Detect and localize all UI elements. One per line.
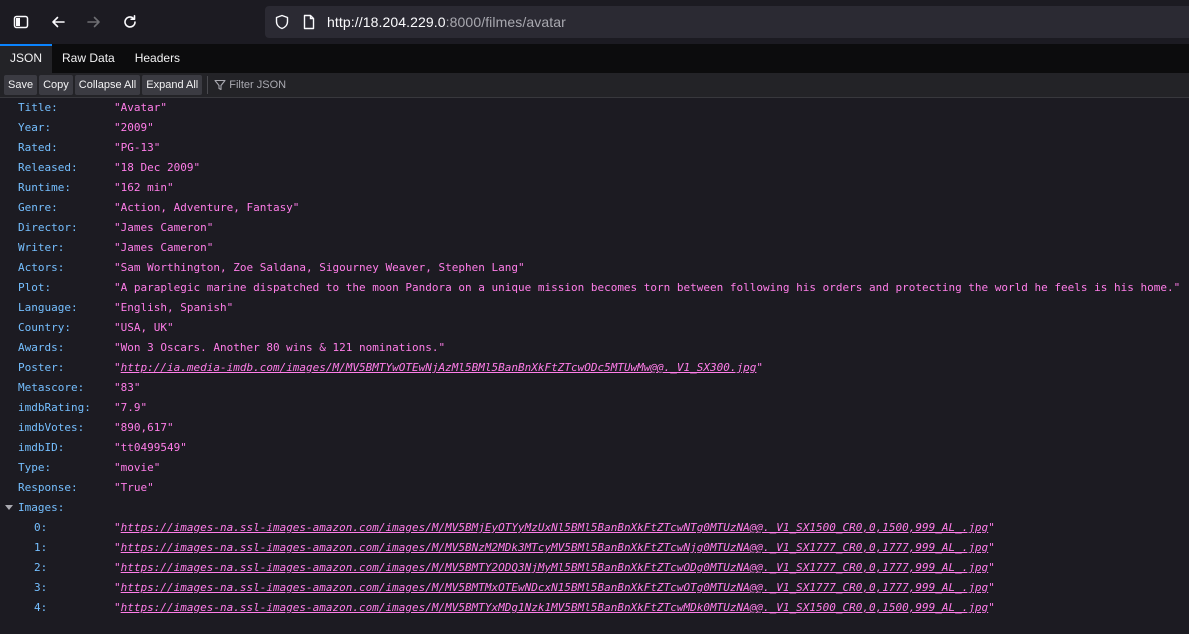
sidebar-toggle-button[interactable] xyxy=(8,9,34,35)
json-key: Response: xyxy=(18,481,78,494)
json-value: "83" xyxy=(114,381,141,394)
json-value: "Sam Worthington, Zoe Saldana, Sigourney… xyxy=(114,261,525,274)
tab-headers[interactable]: Headers xyxy=(125,44,190,73)
json-value: "A paraplegic marine dispatched to the m… xyxy=(114,281,1181,294)
json-link[interactable]: https://images-na.ssl-images-amazon.com/… xyxy=(121,601,989,614)
json-value: "Avatar" xyxy=(114,101,167,114)
json-link[interactable]: https://images-na.ssl-images-amazon.com/… xyxy=(121,581,989,594)
json-key: Type: xyxy=(18,461,52,474)
json-key: Runtime: xyxy=(18,181,71,194)
json-link[interactable]: https://images-na.ssl-images-amazon.com/… xyxy=(121,541,989,554)
json-value: "Action, Adventure, Fantasy" xyxy=(114,201,300,214)
shield-icon[interactable] xyxy=(274,14,290,30)
json-value: "2009" xyxy=(114,121,154,134)
json-value: "18 Dec 2009" xyxy=(114,161,201,174)
json-key: Poster: xyxy=(18,361,65,374)
forward-button[interactable] xyxy=(81,9,107,35)
expand-arrow-icon[interactable] xyxy=(5,505,13,510)
json-value: "English, Spanish" xyxy=(114,301,234,314)
json-value: "PG-13" xyxy=(114,141,161,154)
url-bar[interactable]: http://18.204.229.0:8000/filmes/avatar xyxy=(265,6,1189,38)
json-key: imdbVotes: xyxy=(18,421,85,434)
json-value: "James Cameron" xyxy=(114,221,214,234)
browser-toolbar: http://18.204.229.0:8000/filmes/avatar xyxy=(0,0,1189,44)
json-value: "https://images-na.ssl-images-amazon.com… xyxy=(114,521,995,534)
sidebar-icon xyxy=(13,15,29,29)
json-value: "True" xyxy=(114,481,154,494)
json-value: "https://images-na.ssl-images-amazon.com… xyxy=(114,601,995,614)
json-value: "http://ia.media-imdb.com/images/M/MV5BM… xyxy=(114,361,764,374)
json-value: "James Cameron" xyxy=(114,241,214,254)
json-value: "movie" xyxy=(114,461,161,474)
json-toolbar: Save Copy Collapse All Expand All Filter… xyxy=(0,73,1189,98)
json-key: Country: xyxy=(18,321,71,334)
url-host: http://18.204.229.0 xyxy=(327,14,446,30)
json-value: "Won 3 Oscars. Another 80 wins & 121 nom… xyxy=(114,341,446,354)
json-value: "https://images-na.ssl-images-amazon.com… xyxy=(114,561,995,574)
tab-json[interactable]: JSON xyxy=(0,44,53,73)
json-key: Metascore: xyxy=(18,381,85,394)
reload-button[interactable] xyxy=(117,9,143,35)
json-value: "https://images-na.ssl-images-amazon.com… xyxy=(114,541,995,554)
json-key: Year: xyxy=(18,121,52,134)
collapse-all-button[interactable]: Collapse All xyxy=(74,75,141,95)
viewer-tabs: JSON Raw Data Headers xyxy=(0,44,1189,73)
json-link[interactable]: https://images-na.ssl-images-amazon.com/… xyxy=(121,521,989,534)
json-key: 4: xyxy=(34,601,48,614)
json-key: 1: xyxy=(34,541,48,554)
json-key: Awards: xyxy=(18,341,65,354)
url-text[interactable]: http://18.204.229.0:8000/filmes/avatar xyxy=(327,14,566,30)
json-key: 2: xyxy=(34,561,48,574)
filter-placeholder: Filter JSON xyxy=(229,79,287,91)
json-key: imdbID: xyxy=(18,441,65,454)
json-link[interactable]: http://ia.media-imdb.com/images/M/MV5BMT… xyxy=(121,361,757,374)
json-value: "tt0499549" xyxy=(114,441,187,454)
json-key: Released: xyxy=(18,161,78,174)
json-key: Images: xyxy=(18,501,65,514)
json-key: 0: xyxy=(34,521,48,534)
json-key: imdbRating: xyxy=(18,401,91,414)
forward-arrow-icon xyxy=(87,16,100,28)
json-key: Title: xyxy=(18,101,58,114)
json-value: "https://images-na.ssl-images-amazon.com… xyxy=(114,581,995,594)
toolbar-divider xyxy=(207,76,209,94)
url-path: :8000/filmes/avatar xyxy=(445,14,566,30)
json-value: "7.9" xyxy=(114,401,148,414)
expand-all-button[interactable]: Expand All xyxy=(142,75,203,95)
filter-icon xyxy=(214,79,226,91)
back-button[interactable] xyxy=(45,9,71,35)
json-key: Plot: xyxy=(18,281,52,294)
json-value: "890,617" xyxy=(114,421,174,434)
json-key: Genre: xyxy=(18,201,58,214)
json-value: "162 min" xyxy=(114,181,174,194)
json-key: Director: xyxy=(18,221,78,234)
json-key: Language: xyxy=(18,301,78,314)
json-key: Writer: xyxy=(18,241,65,254)
back-arrow-icon xyxy=(52,16,65,28)
json-key: Rated: xyxy=(18,141,58,154)
json-key: Actors: xyxy=(18,261,65,274)
filter-json[interactable]: Filter JSON xyxy=(214,79,286,91)
page-icon[interactable] xyxy=(301,14,317,30)
json-value: "USA, UK" xyxy=(114,321,174,334)
tab-raw-data[interactable]: Raw Data xyxy=(52,44,125,73)
reload-icon xyxy=(124,15,136,28)
copy-button[interactable]: Copy xyxy=(39,75,73,95)
json-link[interactable]: https://images-na.ssl-images-amazon.com/… xyxy=(121,561,989,574)
json-key: 3: xyxy=(34,581,48,594)
save-button[interactable]: Save xyxy=(4,75,38,95)
